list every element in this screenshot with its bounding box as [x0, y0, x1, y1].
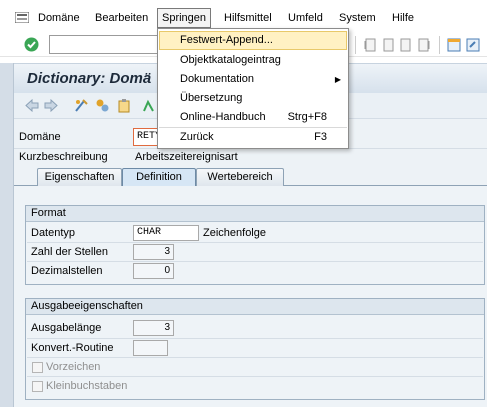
output-group-title: Ausgabeeigenschaften: [26, 299, 484, 315]
active-inactive-icon[interactable]: [95, 98, 110, 113]
menu-bearbeiten[interactable]: Bearbeiten: [95, 11, 148, 25]
digits-label: Zahl der Stellen: [31, 246, 109, 258]
menu-hilfsmittel[interactable]: Hilfsmittel: [224, 11, 272, 25]
menu-item-shortcut: F3: [314, 131, 327, 143]
domain-label: Domäne: [19, 131, 61, 143]
shortcut-icon[interactable]: [466, 38, 480, 52]
next-page-icon[interactable]: [399, 38, 413, 52]
new-session-icon[interactable]: [447, 38, 461, 52]
last-page-icon[interactable]: [417, 38, 431, 52]
menu-item-label: Zurück: [180, 131, 214, 143]
digits-field[interactable]: 3: [133, 244, 174, 260]
prev-page-icon[interactable]: [381, 38, 395, 52]
tab-definition[interactable]: Definition: [122, 168, 196, 186]
menu-item-festwert-append[interactable]: Festwert-Append...: [159, 31, 347, 50]
datatype-label: Datentyp: [31, 227, 76, 239]
page-title: Dictionary: Domä: [27, 70, 152, 87]
menu-item-label: Übersetzung: [180, 92, 243, 104]
command-field[interactable]: [49, 35, 158, 54]
menu-item-dokumentation[interactable]: Dokumentation ▶: [159, 70, 347, 89]
lowercase-label: Kleinbuchstaben: [46, 380, 128, 392]
springen-dropdown: Festwert-Append... Objektkatalogeintrag …: [157, 28, 349, 149]
menu-hilfe[interactable]: Hilfe: [392, 11, 414, 25]
left-strip: [0, 63, 14, 407]
tab-eigenschaften[interactable]: Eigenschaften: [37, 168, 122, 186]
back-arrow-icon[interactable]: [25, 98, 39, 113]
menu-umfeld[interactable]: Umfeld: [288, 11, 323, 25]
row-divider: [27, 376, 483, 377]
short-description-value: Arbeitszeitereignisart: [135, 151, 238, 163]
submenu-arrow-icon: ▶: [334, 75, 341, 84]
forward-arrow-icon[interactable]: [44, 98, 58, 113]
menu-item-objektkatalogeintrag[interactable]: Objektkatalogeintrag: [159, 51, 347, 70]
menu-system[interactable]: System: [339, 11, 376, 25]
tab-wertebereich[interactable]: Wertebereich: [196, 168, 284, 186]
toolbar-separator: [439, 36, 440, 54]
conversion-routine-field[interactable]: [133, 340, 168, 356]
menu-item-label: Dokumentation: [180, 73, 254, 85]
decimals-label: Dezimalstellen: [31, 265, 103, 277]
toolbar-separator: [355, 36, 356, 54]
conversion-routine-label: Konvert.-Routine: [31, 342, 114, 354]
datatype-description: Zeichenfolge: [203, 227, 266, 239]
short-description-label: Kurzbeschreibung: [19, 151, 108, 163]
row-divider: [27, 261, 483, 262]
row-divider: [27, 357, 483, 358]
menu-item-zurueck[interactable]: Zurück F3: [159, 128, 347, 147]
datatype-field[interactable]: CHAR: [133, 225, 199, 241]
sign-checkbox[interactable]: [32, 362, 43, 373]
menu-springen[interactable]: Springen: [157, 8, 212, 28]
hierarchy-icon[interactable]: [142, 98, 155, 113]
check-icon[interactable]: [24, 37, 39, 52]
menu-icon[interactable]: [14, 11, 30, 24]
clipboard-icon[interactable]: [117, 98, 132, 113]
output-length-field[interactable]: 3: [133, 320, 174, 336]
menu-item-label: Objektkatalogeintrag: [180, 54, 281, 66]
menu-item-label: Online-Handbuch: [180, 111, 266, 123]
lowercase-checkbox[interactable]: [32, 381, 43, 392]
output-length-label: Ausgabelänge: [31, 322, 102, 334]
menu-item-uebersetzung[interactable]: Übersetzung: [159, 89, 347, 108]
menu-item-label: Festwert-Append...: [180, 34, 273, 46]
menu-item-online-handbuch[interactable]: Online-Handbuch Strg+F8: [159, 108, 347, 127]
sign-label: Vorzeichen: [46, 361, 101, 373]
first-page-icon[interactable]: [363, 38, 377, 52]
decimals-field[interactable]: 0: [133, 263, 174, 279]
row-divider: [27, 338, 483, 339]
display-change-icon[interactable]: [74, 98, 89, 113]
format-group-title: Format: [26, 206, 484, 222]
row-divider: [27, 242, 483, 243]
menu-item-shortcut: Strg+F8: [287, 111, 327, 123]
menu-domaene[interactable]: Domäne: [38, 11, 80, 25]
